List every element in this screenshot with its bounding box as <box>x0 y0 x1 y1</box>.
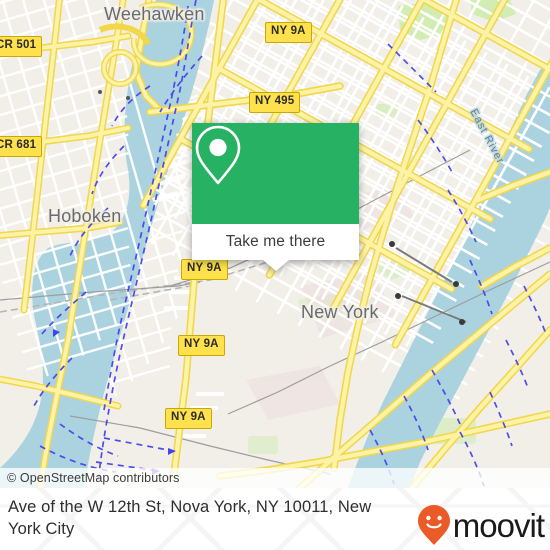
popup-pointer-tail <box>262 260 289 271</box>
road-shield-ny-495[interactable]: NY 495 <box>249 92 301 113</box>
road-shield-ny-9a-4[interactable]: NY 9A <box>165 408 212 429</box>
road-shield-cr-501[interactable]: CR 501 <box>0 36 43 57</box>
road-shield-cr-681[interactable]: CR 681 <box>0 136 43 157</box>
moovit-logo[interactable]: moovit <box>417 504 545 546</box>
map-label-weehawken: Weehawken <box>104 4 205 24</box>
map-canvas[interactable]: Weehawken Hoboken New York East River CR… <box>0 0 550 488</box>
map-attribution-bar: © OpenStreetMap contributors <box>0 468 550 488</box>
map-pin-icon <box>195 125 241 185</box>
osm-attribution-text[interactable]: © OpenStreetMap contributors <box>0 471 180 485</box>
map-label-hoboken: Hoboken <box>48 206 122 226</box>
moovit-wordmark: moovit <box>452 506 545 544</box>
moovit-pin-icon <box>417 505 450 545</box>
road-shield-ny-9a-2[interactable]: NY 9A <box>181 259 228 280</box>
map-screenshot: Weehawken Hoboken New York East River CR… <box>0 0 550 550</box>
popup-header <box>192 123 359 224</box>
take-me-there-label: Take me there <box>225 233 326 250</box>
take-me-there-button[interactable]: Take me there <box>192 224 359 260</box>
location-popup-card[interactable]: Take me there <box>192 123 359 271</box>
footer-bar: Ave of the W 12th St, Nova York, NY 1001… <box>0 488 550 550</box>
address-text: Ave of the W 12th St, Nova York, NY 1001… <box>8 498 372 538</box>
map-label-new-york: New York <box>301 302 379 322</box>
road-shield-ny-9a-3[interactable]: NY 9A <box>178 335 225 356</box>
road-shield-ny-9a-1[interactable]: NY 9A <box>265 22 312 43</box>
